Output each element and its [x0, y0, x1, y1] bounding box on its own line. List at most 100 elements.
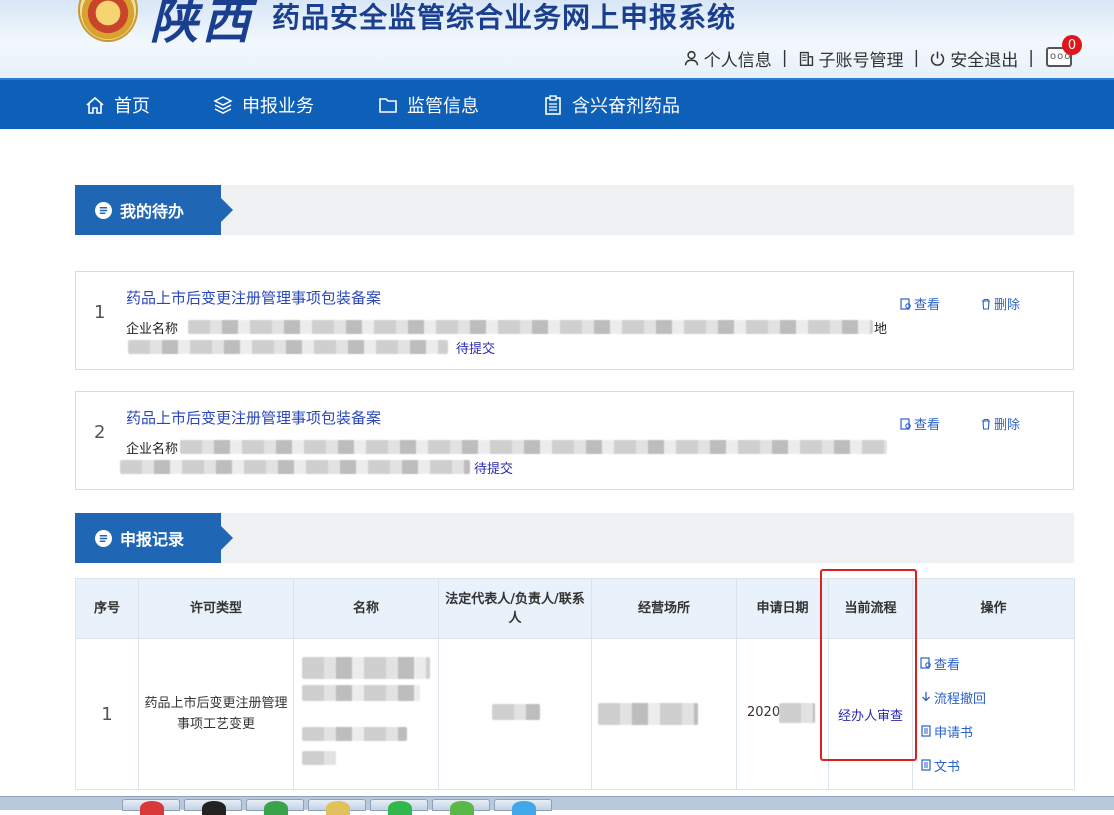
clipboard-icon — [545, 94, 561, 115]
address-cell — [591, 638, 737, 790]
address-label: 地 — [874, 322, 888, 337]
records-section-header: 申报记录 — [75, 513, 1074, 563]
logout-link[interactable]: 安全退出 — [929, 46, 1018, 71]
nav-item-label: 含兴奋剂药品 — [572, 95, 680, 117]
view-label: 查看 — [914, 298, 941, 313]
taskbar-app-button[interactable] — [122, 799, 180, 815]
records-table: 序号 许可类型 名称 法定代表人/负责人/联系人 经营场所 申请日期 当前流程 … — [75, 578, 1075, 790]
todo-section-tab: 我的待办 — [75, 185, 233, 235]
seq-cell: 1 — [75, 638, 139, 790]
col-header: 操作 — [912, 578, 1075, 639]
document-icon — [921, 725, 931, 737]
col-header: 序号 — [75, 578, 139, 639]
redacted-text — [128, 340, 448, 354]
view-label: 查看 — [914, 418, 941, 433]
todo-number: 1 — [94, 302, 106, 323]
power-icon — [931, 51, 945, 66]
province-title: 陕西 — [150, 0, 255, 50]
person-cell — [438, 638, 592, 790]
list-icon — [95, 201, 112, 219]
taskbar-app-button[interactable] — [184, 799, 242, 815]
todo-item: 2 药品上市后变更注册管理事项包装备案 企业名称 待提交 查看 删除 — [75, 391, 1074, 490]
taskbar-app-button[interactable] — [308, 799, 366, 815]
taskbar-app-button[interactable] — [246, 799, 304, 815]
view-icon — [920, 657, 931, 669]
redacted-text — [302, 657, 430, 679]
nav-item-home[interactable]: 首页 — [85, 80, 150, 129]
table-row: 1 药品上市后变更注册管理事项工艺变更 2020 经办人审查 查看 流程撤回 申… — [75, 638, 1075, 790]
todo-number: 2 — [94, 422, 106, 443]
todo-section-header: 我的待办 — [75, 185, 1074, 235]
taskbar-app-button[interactable] — [494, 799, 552, 815]
redacted-text — [302, 751, 336, 765]
todo-title-link[interactable]: 药品上市后变更注册管理事项包装备案 — [126, 407, 381, 428]
flow-cell: 经办人审查 — [828, 638, 913, 790]
documents-button[interactable]: 文书 — [920, 756, 1073, 775]
sub-account-link[interactable]: 子账号管理 — [798, 46, 904, 71]
date-cell: 2020 — [736, 638, 829, 790]
emblem-logo — [78, 0, 138, 42]
view-icon — [900, 297, 911, 310]
arrow-down-icon — [922, 692, 930, 702]
redacted-text — [598, 703, 698, 725]
col-header: 申请日期 — [736, 578, 829, 639]
trash-icon — [982, 298, 990, 310]
redacted-text — [188, 320, 873, 334]
nav-item-declare[interactable]: 申报业务 — [213, 80, 314, 129]
divider: | — [781, 48, 788, 68]
os-taskbar — [0, 796, 1114, 815]
col-header: 法定代表人/负责人/联系人 — [438, 578, 592, 639]
view-button[interactable]: 查看 — [900, 294, 940, 313]
row-view-button[interactable]: 查看 — [920, 654, 1073, 673]
delete-label: 删除 — [994, 418, 1021, 433]
status-text: 待提交 — [474, 462, 514, 477]
redacted-text — [180, 440, 887, 454]
trash-icon — [982, 418, 990, 430]
redacted-text — [302, 685, 420, 701]
personal-info-label: 个人信息 — [703, 50, 772, 71]
message-dots: ooo — [1050, 51, 1072, 62]
message-button[interactable]: ooo 0 — [1046, 35, 1082, 69]
delete-button[interactable]: 删除 — [980, 414, 1020, 433]
layers-icon — [213, 95, 233, 114]
redacted-text — [492, 704, 540, 720]
name-cell — [293, 638, 439, 790]
application-button[interactable]: 申请书 — [920, 722, 1073, 741]
todo-title-link[interactable]: 药品上市后变更注册管理事项包装备案 — [126, 287, 381, 308]
type-cell: 药品上市后变更注册管理事项工艺变更 — [138, 638, 294, 790]
withdraw-flow-button[interactable]: 流程撤回 — [920, 688, 1073, 707]
delete-button[interactable]: 删除 — [980, 294, 1020, 313]
system-title: 药品安全监管综合业务网上申报系统 — [272, 1, 737, 34]
nav-item-doping-drugs[interactable]: 含兴奋剂药品 — [543, 80, 680, 129]
site-header: 陕西 药品安全监管综合业务网上申报系统 个人信息 | 子账号管理 | 安全退出 … — [0, 0, 1114, 78]
section-title: 我的待办 — [120, 202, 185, 221]
nav-item-label: 监管信息 — [407, 95, 479, 117]
user-links: 个人信息 | 子账号管理 | 安全退出 | ooo 0 — [683, 35, 1082, 72]
view-button[interactable]: 查看 — [900, 414, 940, 433]
list-icon — [95, 529, 112, 547]
main-nav: 首页 申报业务 监管信息 含兴奋剂药品 — [0, 78, 1114, 129]
building-icon — [799, 51, 813, 66]
action-label: 文书 — [934, 759, 961, 775]
section-title: 申报记录 — [120, 530, 185, 549]
company-label: 企业名称 — [126, 322, 179, 337]
date-text: 2020 — [747, 705, 781, 720]
home-icon — [86, 96, 104, 114]
todo-item: 1 药品上市后变更注册管理事项包装备案 企业名称 地 待提交 查看 删除 — [75, 271, 1074, 370]
nav-item-supervision[interactable]: 监管信息 — [378, 80, 479, 129]
col-header: 经营场所 — [591, 578, 737, 639]
logout-label: 安全退出 — [950, 50, 1019, 71]
actions-cell: 查看 流程撤回 申请书 文书 — [912, 638, 1075, 790]
divider: | — [913, 48, 920, 68]
folder-icon — [379, 97, 397, 113]
sub-account-label: 子账号管理 — [818, 50, 904, 71]
col-header: 许可类型 — [138, 578, 294, 639]
action-label: 查看 — [934, 657, 961, 673]
taskbar-app-button[interactable] — [370, 799, 428, 815]
personal-info-link[interactable]: 个人信息 — [683, 46, 772, 71]
action-label: 流程撤回 — [934, 691, 987, 707]
table-header-row: 序号 许可类型 名称 法定代表人/负责人/联系人 经营场所 申请日期 当前流程 … — [75, 578, 1075, 639]
nav-item-label: 首页 — [114, 95, 150, 117]
nav-item-label: 申报业务 — [242, 95, 314, 117]
taskbar-app-button[interactable] — [432, 799, 490, 815]
